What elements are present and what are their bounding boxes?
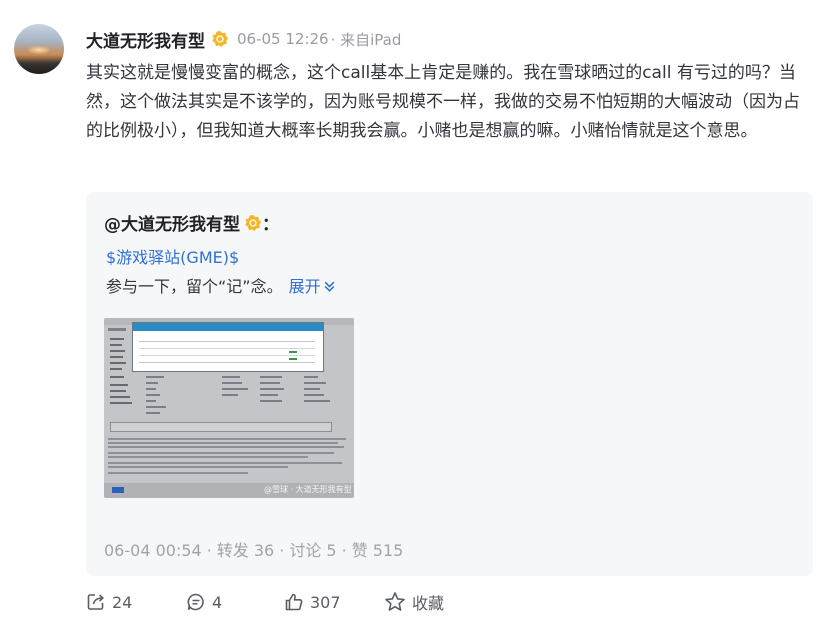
favorite-label: 收藏 bbox=[412, 594, 445, 613]
repost-icon bbox=[87, 594, 104, 610]
quoted-author-name[interactable]: @大道无形我有型 bbox=[104, 210, 240, 235]
verified-badge-icon bbox=[212, 30, 229, 48]
comment-button[interactable]: 4 bbox=[186, 590, 222, 614]
quoted-author-colon: ： bbox=[262, 215, 279, 235]
expand-label: 展开 bbox=[288, 277, 321, 296]
post-source: · 来自iPad bbox=[330, 30, 402, 49]
repost-count: 24 bbox=[112, 592, 133, 612]
quoted-author-line: @大道无形我有型 ： bbox=[104, 210, 279, 235]
attached-screenshot[interactable]: @雪球 · 大道无形我有型 bbox=[104, 318, 354, 498]
like-count: 307 bbox=[310, 592, 341, 612]
avatar[interactable] bbox=[14, 24, 64, 74]
quoted-text: 参与一下，留个“记”念。 展开 bbox=[106, 273, 336, 297]
quoted-text-body: 参与一下，留个“记”念。 bbox=[106, 277, 283, 296]
quoted-discuss-count[interactable]: 讨论 5 bbox=[289, 541, 336, 560]
quoted-post-card[interactable]: @大道无形我有型 ： $游戏驿站(GME)$ 参与一下，留个“记”念。 展开 @… bbox=[86, 192, 813, 576]
quoted-meta: 06-04 00:54 · 转发 36 · 讨论 5 · 赞 515 bbox=[104, 541, 404, 560]
quoted-like-count[interactable]: 赞 515 bbox=[352, 541, 404, 560]
like-button[interactable]: 307 bbox=[284, 590, 341, 614]
thumbs-up-icon bbox=[285, 593, 303, 611]
star-icon bbox=[385, 592, 405, 611]
verified-badge-icon bbox=[245, 214, 262, 231]
image-watermark: @雪球 · 大道无形我有型 bbox=[264, 485, 352, 494]
repost-button[interactable]: 24 bbox=[86, 590, 132, 614]
favorite-button[interactable]: 收藏 bbox=[384, 590, 444, 614]
post-header: 大道无形我有型 06-05 12:26 · 来自iPad bbox=[86, 27, 402, 52]
comment-count: 4 bbox=[212, 592, 223, 612]
comment-icon bbox=[187, 593, 204, 611]
stock-link[interactable]: $游戏驿站(GME)$ bbox=[106, 244, 239, 268]
chevron-double-down-icon bbox=[324, 281, 334, 292]
quoted-repost-count[interactable]: 转发 36 bbox=[217, 541, 274, 560]
expand-button[interactable]: 展开 bbox=[289, 277, 336, 296]
quoted-date[interactable]: 06-04 00:54 bbox=[104, 541, 202, 560]
author-name[interactable]: 大道无形我有型 bbox=[86, 27, 205, 52]
post-body: 其实这就是慢慢变富的概念，这个call基本上肯定是赚的。我在雪球晒过的call … bbox=[86, 63, 800, 141]
post-timestamp[interactable]: 06-05 12:26 bbox=[237, 30, 329, 48]
